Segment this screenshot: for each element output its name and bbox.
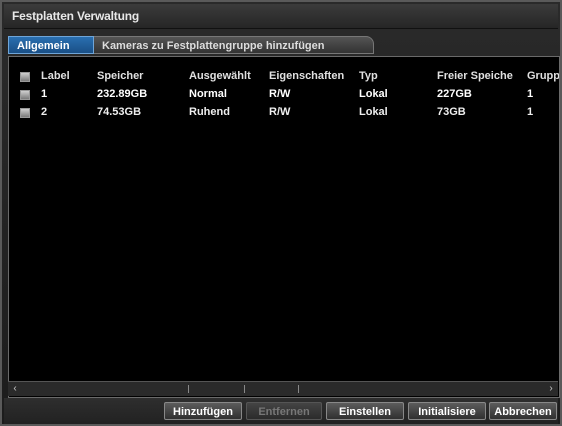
select-all-checkbox[interactable] <box>20 72 30 82</box>
cell-ausgewaehlt: Ruhend <box>189 106 230 118</box>
cell-gruppe: 1 <box>527 106 534 118</box>
cell-label: 1 <box>41 88 48 100</box>
column-header-freier-speicher[interactable]: Freier Speiche <box>437 67 527 85</box>
hdd-table: Label Speicher Ausgewählt Eigenschaften … <box>8 56 560 398</box>
button-bar: Hinzufügen Entfernen Einstellen Initiali… <box>4 398 558 424</box>
column-header-gruppe[interactable]: Grupp <box>527 67 559 85</box>
cell-eigenschaften: R/W <box>269 106 291 118</box>
cell-ausgewaehlt: Normal <box>189 88 227 100</box>
cell-typ: Lokal <box>359 88 388 100</box>
cell-freier-speicher: 227GB <box>437 88 472 100</box>
settings-button[interactable]: Einstellen <box>326 402 404 420</box>
table-header: Label Speicher Ausgewählt Eigenschaften … <box>9 67 559 85</box>
initialize-button[interactable]: Initialisiere <box>408 402 486 420</box>
cell-label: 2 <box>41 106 48 118</box>
cell-gruppe: 1 <box>527 88 534 100</box>
cell-typ: Lokal <box>359 106 388 118</box>
scroll-left-arrow-icon[interactable]: ‹ <box>8 382 22 396</box>
column-header-speicher[interactable]: Speicher <box>97 67 187 85</box>
column-header-ausgewaehlt[interactable]: Ausgewählt <box>189 67 269 85</box>
scroll-right-arrow-icon[interactable]: › <box>544 382 558 396</box>
table-row[interactable]: 2 74.53GB Ruhend R/W Lokal 73GB 1 <box>9 103 559 121</box>
tab-bar: Allgemein Kameras zu Festplattengruppe h… <box>8 36 378 54</box>
cancel-button[interactable]: Abbrechen <box>489 402 557 420</box>
table-row[interactable]: 1 232.89GB Normal R/W Lokal 227GB 1 <box>9 85 559 103</box>
row-checkbox[interactable] <box>20 90 30 100</box>
column-header-eigenschaften[interactable]: Eigenschaften <box>269 67 359 85</box>
cell-freier-speicher: 73GB <box>437 106 466 118</box>
column-header-label[interactable]: Label <box>41 67 91 85</box>
scrollbar-tick <box>244 385 245 393</box>
cell-eigenschaften: R/W <box>269 88 291 100</box>
tab-cameras-to-hdd-group[interactable]: Kameras zu Festplattengruppe hinzufügen <box>94 36 374 54</box>
cell-speicher: 232.89GB <box>97 88 148 100</box>
tab-allgemein[interactable]: Allgemein <box>8 36 94 54</box>
add-button[interactable]: Hinzufügen <box>164 402 242 420</box>
title-bar: Festplatten Verwaltung <box>4 4 558 29</box>
cell-speicher: 74.53GB <box>97 106 142 118</box>
scrollbar-tick <box>188 385 189 393</box>
horizontal-scrollbar[interactable]: ‹ › <box>8 381 558 396</box>
hdd-management-window: Festplatten Verwaltung Allgemein Kameras… <box>0 0 562 426</box>
window-title: Festplatten Verwaltung <box>12 9 139 23</box>
row-checkbox[interactable] <box>20 108 30 118</box>
remove-button[interactable]: Entfernen <box>246 402 322 420</box>
scrollbar-tick <box>298 385 299 393</box>
column-header-typ[interactable]: Typ <box>359 67 437 85</box>
